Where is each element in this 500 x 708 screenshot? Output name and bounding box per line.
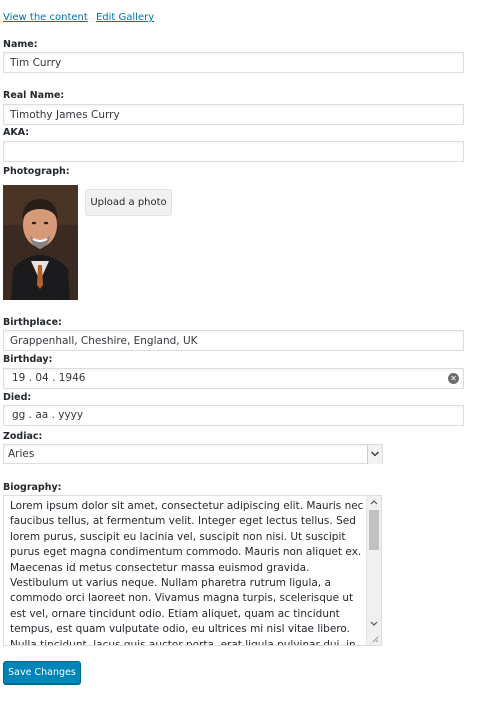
resize-handle-icon[interactable] <box>371 635 379 643</box>
zodiac-selected-value: Aries <box>8 448 35 460</box>
clear-date-icon[interactable]: ✕ <box>448 373 459 384</box>
died-date-input[interactable]: gg . aa . yyyy <box>3 405 464 426</box>
top-links: View the content Edit Gallery <box>3 12 154 23</box>
zodiac-label: Zodiac: <box>3 431 43 442</box>
died-placeholder: gg . aa . yyyy <box>12 409 84 421</box>
biography-text: Lorem ipsum dolor sit amet, consectetur … <box>10 500 364 646</box>
save-changes-button[interactable]: Save Changes <box>3 661 81 684</box>
view-content-link[interactable]: View the content <box>3 12 88 23</box>
name-input[interactable] <box>3 52 464 73</box>
birthday-label: Birthday: <box>3 354 53 365</box>
birthday-value: 19 . 04 . 1946 <box>12 372 86 384</box>
scroll-up-icon[interactable] <box>369 498 379 506</box>
birthday-date-input[interactable]: 19 . 04 . 1946 ✕ <box>3 368 464 389</box>
name-label: Name: <box>3 39 38 50</box>
profile-photo <box>3 185 78 300</box>
biography-scrollbar[interactable] <box>366 496 381 645</box>
real-name-label: Real Name: <box>3 90 65 101</box>
biography-textarea[interactable]: Lorem ipsum dolor sit amet, consectetur … <box>3 495 382 646</box>
real-name-input[interactable] <box>3 104 464 125</box>
biography-label: Biography: <box>3 482 62 493</box>
birthplace-input[interactable] <box>3 330 464 351</box>
edit-gallery-link[interactable]: Edit Gallery <box>96 12 154 23</box>
photograph-label: Photograph: <box>3 166 70 177</box>
aka-label: AKA: <box>3 127 30 138</box>
upload-photo-button[interactable]: Upload a photo <box>85 189 172 216</box>
scroll-down-icon[interactable] <box>369 620 379 628</box>
aka-input[interactable] <box>3 141 464 162</box>
chevron-down-icon[interactable] <box>367 445 382 464</box>
zodiac-select[interactable]: Aries <box>3 444 383 464</box>
died-label: Died: <box>3 392 32 403</box>
birthplace-label: Birthplace: <box>3 317 62 328</box>
scroll-thumb[interactable] <box>369 510 379 550</box>
